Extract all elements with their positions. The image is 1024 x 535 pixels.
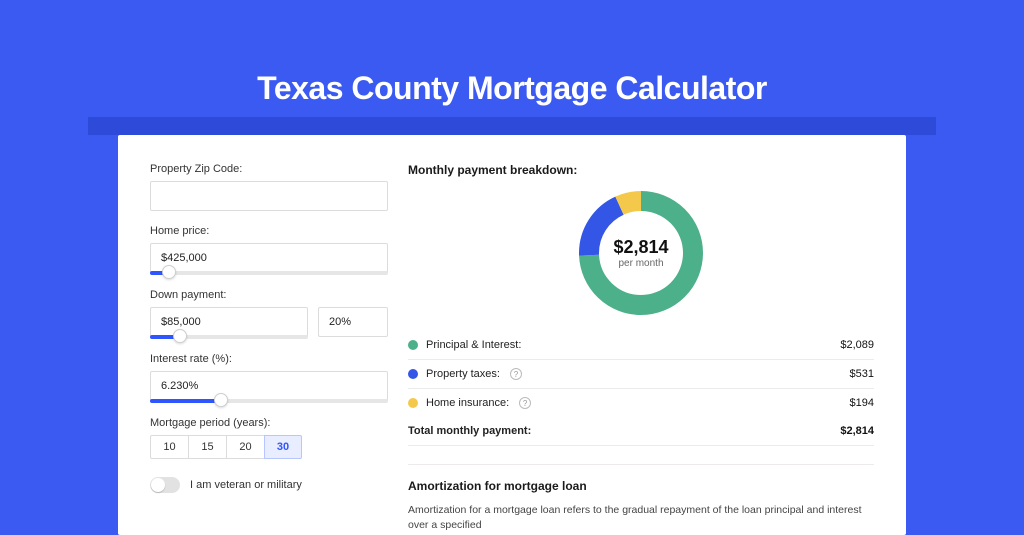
period-group: Mortgage period (years): 10152030: [150, 417, 388, 459]
down-payment-pct-input[interactable]: [318, 307, 388, 337]
interest-group: Interest rate (%):: [150, 353, 388, 403]
zip-label: Property Zip Code:: [150, 163, 388, 175]
breakdown-item-value: $2,089: [840, 339, 874, 351]
home-price-label: Home price:: [150, 225, 388, 237]
amortization-body: Amortization for a mortgage loan refers …: [408, 503, 874, 532]
donut-center-sub: per month: [618, 258, 663, 269]
down-payment-group: Down payment:: [150, 289, 388, 339]
page-title: Texas County Mortgage Calculator: [0, 70, 1024, 107]
breakdown-item-value: $194: [850, 397, 874, 409]
total-label: Total monthly payment:: [408, 425, 531, 437]
period-option-20[interactable]: 20: [226, 435, 264, 459]
interest-label: Interest rate (%):: [150, 353, 388, 365]
form-panel: Property Zip Code: Home price: Down paym…: [150, 163, 388, 535]
period-buttons: 10152030: [150, 435, 388, 459]
interest-slider[interactable]: [150, 399, 388, 403]
interest-input[interactable]: [150, 371, 388, 401]
period-option-10[interactable]: 10: [150, 435, 188, 459]
donut-chart: $2,814 per month: [575, 187, 707, 319]
toggle-knob: [151, 478, 165, 492]
home-price-group: Home price:: [150, 225, 388, 275]
breakdown-row: Principal & Interest: $2,089: [408, 331, 874, 360]
down-payment-slider[interactable]: [150, 335, 308, 339]
slider-handle[interactable]: [162, 265, 176, 279]
breakdown-row: Home insurance:? $194: [408, 389, 874, 417]
legend-dot: [408, 340, 418, 350]
donut-chart-wrap: $2,814 per month: [408, 187, 874, 319]
home-price-input[interactable]: [150, 243, 388, 273]
slider-handle[interactable]: [214, 393, 228, 407]
breakdown-item-value: $531: [850, 368, 874, 380]
total-value: $2,814: [840, 425, 874, 437]
zip-input[interactable]: [150, 181, 388, 211]
zip-group: Property Zip Code:: [150, 163, 388, 211]
breakdown-title: Monthly payment breakdown:: [408, 163, 874, 177]
down-payment-label: Down payment:: [150, 289, 388, 301]
info-icon[interactable]: ?: [510, 368, 522, 380]
total-row: Total monthly payment: $2,814: [408, 417, 874, 446]
breakdown-item-label: Principal & Interest:: [426, 339, 521, 351]
period-option-30[interactable]: 30: [264, 435, 302, 459]
info-icon[interactable]: ?: [519, 397, 531, 409]
veteran-label: I am veteran or military: [190, 479, 302, 491]
home-price-slider[interactable]: [150, 271, 388, 275]
slider-handle[interactable]: [173, 329, 187, 343]
veteran-toggle[interactable]: [150, 477, 180, 493]
period-label: Mortgage period (years):: [150, 417, 388, 429]
calculator-card: Property Zip Code: Home price: Down paym…: [118, 135, 906, 535]
breakdown-items: Principal & Interest: $2,089 Property taxe…: [408, 331, 874, 417]
period-option-15[interactable]: 15: [188, 435, 226, 459]
amortization-section: Amortization for mortgage loan Amortizat…: [408, 464, 874, 532]
legend-dot: [408, 369, 418, 379]
breakdown-panel: Monthly payment breakdown: $2,814 per mo…: [408, 163, 874, 535]
breakdown-item-label: Home insurance:: [426, 397, 509, 409]
veteran-toggle-row: I am veteran or military: [150, 477, 388, 493]
breakdown-item-label: Property taxes:: [426, 368, 500, 380]
breakdown-row: Property taxes:? $531: [408, 360, 874, 389]
amortization-heading: Amortization for mortgage loan: [408, 479, 874, 493]
donut-center-amount: $2,814: [613, 237, 668, 258]
legend-dot: [408, 398, 418, 408]
